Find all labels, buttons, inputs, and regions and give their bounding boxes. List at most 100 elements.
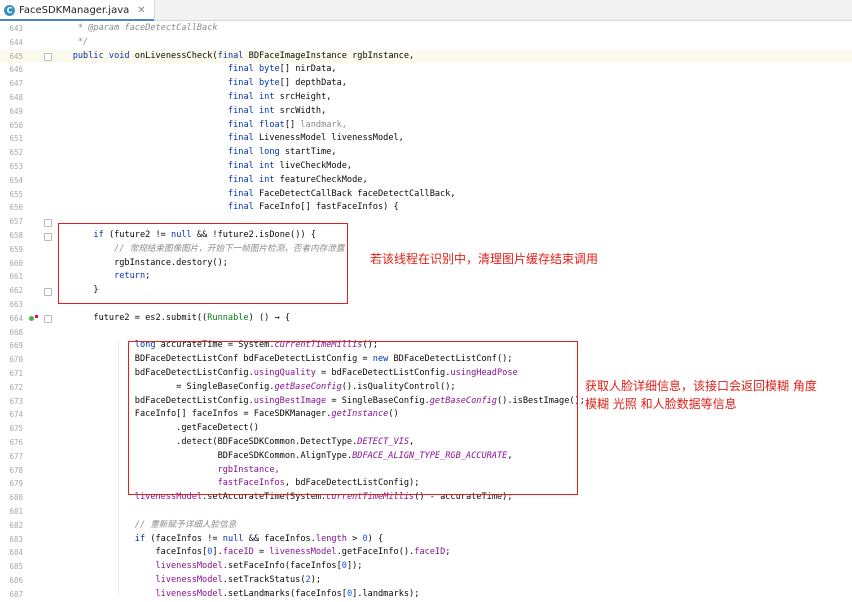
code-text[interactable]: faceInfos[0].faceID = livenessModel.getF… xyxy=(52,546,450,560)
line-number[interactable]: 682 xyxy=(0,519,23,533)
code-text[interactable]: final LivenessModel livenessModel, xyxy=(52,132,404,146)
line-number[interactable]: 662 xyxy=(0,284,23,298)
fold-marker-icon[interactable] xyxy=(44,315,52,324)
code-text[interactable]: */ xyxy=(52,36,88,50)
code-line[interactable]: 645 public void onLivenessCheck(final BD… xyxy=(0,49,852,64)
code-line[interactable]: 682 // 重新赋予详细人脸信息 xyxy=(0,519,852,533)
line-number[interactable]: 685 xyxy=(0,560,23,574)
line-number[interactable]: 660 xyxy=(0,257,23,271)
code-text[interactable]: final byte[] nirData, xyxy=(52,63,337,77)
code-text[interactable]: if (faceInfos != null && faceInfos.lengt… xyxy=(52,533,383,547)
code-line[interactable]: 687 livenessModel.setLandmarks(faceInfos… xyxy=(0,588,852,602)
line-number[interactable]: 674 xyxy=(0,408,23,422)
code-line[interactable]: 650 final float[] landmark, xyxy=(0,119,852,133)
line-number[interactable]: 686 xyxy=(0,574,23,588)
code-text[interactable]: public void onLivenessCheck(final BDFace… xyxy=(52,50,415,64)
code-line[interactable]: 683 if (faceInfos != null && faceInfos.l… xyxy=(0,533,852,547)
code-line[interactable]: 653 final int liveCheckMode, xyxy=(0,160,852,174)
code-text[interactable]: final int liveCheckMode, xyxy=(52,160,352,174)
code-line[interactable]: 648 final int srcHeight, xyxy=(0,91,852,105)
breakpoint-marker-icon[interactable] xyxy=(35,314,38,318)
line-number[interactable]: 651 xyxy=(0,132,23,146)
code-text[interactable]: final int featureCheckMode, xyxy=(52,174,368,188)
code-text[interactable]: future2 = es2.submit((Runnable) () → { xyxy=(52,312,290,326)
line-number[interactable]: 644 xyxy=(0,36,23,50)
code-text[interactable]: final int srcWidth, xyxy=(52,105,326,119)
line-number[interactable]: 659 xyxy=(0,243,23,257)
line-number[interactable]: 680 xyxy=(0,491,23,505)
line-number[interactable]: 681 xyxy=(0,505,23,519)
line-number[interactable]: 656 xyxy=(0,201,23,215)
line-number[interactable]: 671 xyxy=(0,367,23,381)
line-number[interactable]: 676 xyxy=(0,436,23,450)
line-number[interactable]: 647 xyxy=(0,77,23,91)
lambda-gutter-icon[interactable] xyxy=(29,315,34,321)
line-number[interactable]: 672 xyxy=(0,381,23,395)
line-number[interactable]: 670 xyxy=(0,353,23,367)
line-number[interactable]: 668 xyxy=(0,326,23,340)
line-number[interactable]: 655 xyxy=(0,188,23,202)
fold-marker-icon[interactable] xyxy=(44,218,52,227)
line-number[interactable]: 661 xyxy=(0,270,23,284)
code-line[interactable]: 647 final byte[] depthData, xyxy=(0,77,852,91)
line-number[interactable]: 677 xyxy=(0,450,23,464)
fold-marker-icon[interactable] xyxy=(44,232,52,241)
code-line[interactable]: 654 final int featureCheckMode, xyxy=(0,174,852,188)
code-token: onLivenessCheck( xyxy=(134,50,218,61)
code-line[interactable]: 668 xyxy=(0,326,852,340)
fold-marker-icon[interactable] xyxy=(44,53,52,62)
code-line[interactable]: 643 * @param faceDetectCallBack xyxy=(0,22,852,36)
line-number[interactable]: 664 xyxy=(0,312,23,326)
code-text[interactable]: final float[] landmark, xyxy=(52,119,347,133)
code-line[interactable]: 644 */ xyxy=(0,36,852,50)
annotation-box-1 xyxy=(58,223,348,304)
line-number[interactable]: 658 xyxy=(0,229,23,243)
code-line[interactable]: 686 livenessModel.setTrackStatus(2); xyxy=(0,574,852,588)
line-number[interactable]: 675 xyxy=(0,422,23,436)
code-line[interactable]: 652 final long startTime, xyxy=(0,146,852,160)
line-number[interactable]: 643 xyxy=(0,22,23,36)
line-number[interactable]: 654 xyxy=(0,174,23,188)
line-number[interactable]: 653 xyxy=(0,160,23,174)
code-token: ; xyxy=(445,547,451,558)
code-line[interactable]: 681 xyxy=(0,505,852,519)
line-number[interactable]: 650 xyxy=(0,119,23,133)
code-line[interactable]: 664 future2 = es2.submit((Runnable) () →… xyxy=(0,312,852,326)
code-line[interactable]: 646 final byte[] nirData, xyxy=(0,63,852,77)
fold-marker-icon[interactable] xyxy=(44,287,52,296)
code-text[interactable]: // 重新赋予详细人脸信息 xyxy=(52,519,236,533)
line-number[interactable]: 678 xyxy=(0,464,23,478)
code-text[interactable]: final int srcHeight, xyxy=(52,91,332,105)
code-line[interactable]: 655 final FaceDetectCallBack faceDetectC… xyxy=(0,188,852,202)
code-text[interactable]: final FaceDetectCallBack faceDetectCallB… xyxy=(52,188,456,202)
code-text[interactable]: final FaceInfo[] fastFaceInfos) { xyxy=(52,201,399,215)
code-text[interactable]: final byte[] depthData, xyxy=(52,77,347,91)
code-text[interactable]: * @param faceDetectCallBack xyxy=(52,22,218,36)
line-number[interactable]: 683 xyxy=(0,533,23,547)
code-token: [] xyxy=(284,119,301,130)
code-line[interactable]: 685 livenessModel.setFaceInfo(faceInfos[… xyxy=(0,560,852,574)
line-number[interactable]: 646 xyxy=(0,63,23,77)
line-number[interactable]: 649 xyxy=(0,105,23,119)
code-line[interactable]: 684 faceInfos[0].faceID = livenessModel.… xyxy=(0,546,852,560)
line-number[interactable]: 673 xyxy=(0,395,23,409)
tab-facesdkmanager[interactable]: C FaceSDKManager.java ✕ xyxy=(0,0,155,21)
line-number[interactable]: 652 xyxy=(0,146,23,160)
line-number[interactable]: 684 xyxy=(0,546,23,560)
close-icon[interactable]: ✕ xyxy=(137,5,145,16)
code-text[interactable]: livenessModel.setFaceInfo(faceInfos[0]); xyxy=(52,560,362,574)
code-line[interactable]: 651 final LivenessModel livenessModel, xyxy=(0,132,852,146)
line-number[interactable]: 663 xyxy=(0,298,23,312)
code-text[interactable]: livenessModel.setTrackStatus(2); xyxy=(52,574,321,588)
code-text[interactable]: livenessModel.setLandmarks(faceInfos[0].… xyxy=(52,588,419,602)
line-number[interactable]: 679 xyxy=(0,477,23,491)
line-number[interactable]: 657 xyxy=(0,215,23,229)
line-number[interactable]: 648 xyxy=(0,91,23,105)
code-text[interactable]: final long startTime, xyxy=(52,146,337,160)
line-number[interactable]: 669 xyxy=(0,339,23,353)
line-number[interactable]: 645 xyxy=(0,50,23,64)
code-line[interactable]: 649 final int srcWidth, xyxy=(0,105,852,119)
code-line[interactable]: 656 final FaceInfo[] fastFaceInfos) { xyxy=(0,201,852,215)
line-number[interactable]: 687 xyxy=(0,588,23,602)
